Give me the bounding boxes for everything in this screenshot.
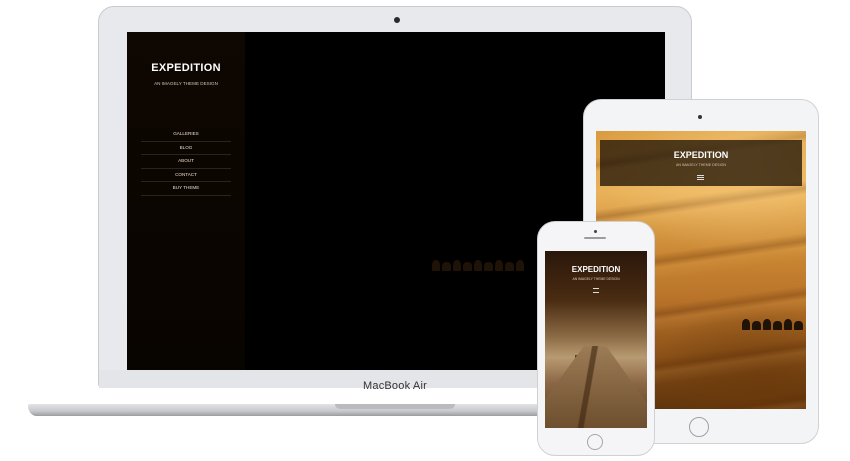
laptop-sidebar: EXPEDITION AN IMAGELY THEME DESIGN GALLE… <box>127 32 245 370</box>
hamburger-icon[interactable] <box>593 288 599 293</box>
nav-item-galleries[interactable]: GALLERIES <box>141 128 231 142</box>
tablet-camera-icon <box>698 115 702 119</box>
camel-caravan-icon <box>432 260 524 271</box>
phone-camera-icon <box>594 230 597 233</box>
phone-home-button[interactable] <box>587 434 603 450</box>
site-subtitle: AN IMAGELY THEME DESIGN <box>154 81 218 86</box>
laptop-notch <box>335 404 455 409</box>
phone-speaker <box>584 237 606 239</box>
nav-item-contact[interactable]: CONTACT <box>141 169 231 182</box>
site-title[interactable]: EXPEDITION <box>127 62 245 74</box>
hamburger-icon[interactable] <box>697 175 704 180</box>
laptop-camera-icon <box>394 17 400 23</box>
tablet-header: EXPEDITION AN IMAGELY THEME DESIGN <box>600 140 802 186</box>
nav-item-blog[interactable]: BLOG <box>141 142 231 155</box>
camel-caravan-icon <box>742 319 803 330</box>
site-subtitle: AN IMAGELY THEME DESIGN <box>676 163 726 167</box>
nav-item-buy-theme[interactable]: BUY THEME <box>141 182 231 196</box>
nav-item-about[interactable]: ABOUT <box>141 155 231 169</box>
site-title[interactable]: EXPEDITION <box>600 150 802 160</box>
great-wall-image <box>545 346 647 428</box>
tablet-home-button[interactable] <box>689 417 709 437</box>
phone-screen: EXPEDITION AN IMAGELY THEME DESIGN <box>545 251 647 428</box>
site-subtitle: AN IMAGELY THEME DESIGN <box>572 277 620 281</box>
laptop-nav: GALLERIES BLOG ABOUT CONTACT BUY THEME <box>141 128 231 196</box>
site-title[interactable]: EXPEDITION <box>545 265 647 274</box>
